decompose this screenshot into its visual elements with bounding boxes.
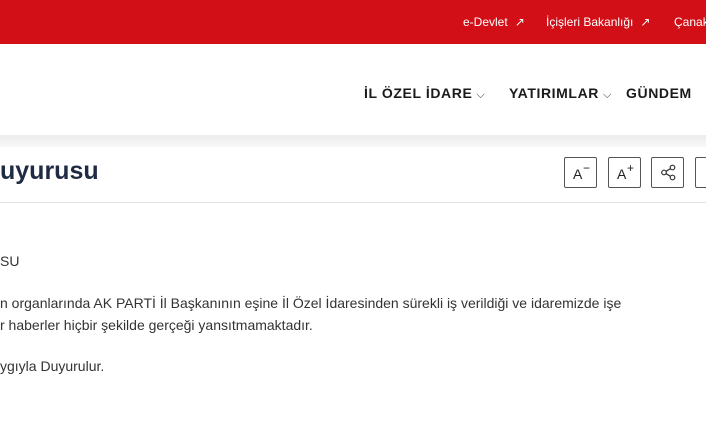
title-divider — [0, 202, 706, 203]
plus-icon: + — [627, 161, 635, 175]
announcement-heading: SU — [0, 253, 20, 269]
announcement-line-1: n organlarında AK PARTİ İl Başkanının eş… — [0, 295, 622, 311]
nav-item-label: YATIRIMLAR — [509, 85, 599, 101]
edevlet-link-label: e-Devlet — [463, 15, 508, 29]
font-icon: A — [573, 166, 583, 182]
increase-font-button[interactable]: A + — [608, 157, 641, 188]
share-button[interactable] — [651, 157, 684, 188]
external-link-icon: ↗ — [514, 15, 525, 29]
font-icon: A — [617, 166, 627, 182]
share-icon — [661, 164, 676, 181]
chevron-down-icon: ⌵ — [476, 89, 485, 101]
header-shadow-band — [0, 135, 706, 147]
print-button[interactable] — [695, 157, 706, 188]
page-title: uyurusu — [0, 157, 99, 185]
decrease-font-button[interactable]: A − — [564, 157, 597, 188]
external-link-icon: ↗ — [640, 15, 651, 29]
canakkale-link-label: Çanak — [674, 15, 706, 29]
announcement-closing: ygıyla Duyurulur. — [0, 358, 105, 374]
minus-icon: − — [583, 161, 591, 175]
announcement-line-2: r haberler hiçbir şekilde gerçeği yansıt… — [0, 317, 313, 333]
nav-item-yatirimlar[interactable]: YATIRIMLAR ⌵ — [509, 83, 611, 103]
icisleri-link-label: İçişleri Bakanlığı — [546, 15, 634, 29]
nav-item-gundem[interactable]: GÜNDEM — [626, 83, 692, 103]
nav-item-label: İL ÖZEL İDARE — [364, 85, 473, 101]
nav-item-il-ozel-idare[interactable]: İL ÖZEL İDARE ⌵ — [364, 83, 485, 103]
chevron-down-icon: ⌵ — [603, 89, 612, 101]
icisleri-link[interactable]: İçişleri Bakanlığı ↗ — [546, 0, 650, 44]
top-bar: e-Devlet ↗ İçişleri Bakanlığı ↗ Çanak — [0, 0, 706, 44]
nav-item-label: GÜNDEM — [626, 85, 692, 101]
edevlet-link[interactable]: e-Devlet ↗ — [463, 0, 525, 44]
canakkale-link[interactable]: Çanak — [674, 0, 706, 44]
